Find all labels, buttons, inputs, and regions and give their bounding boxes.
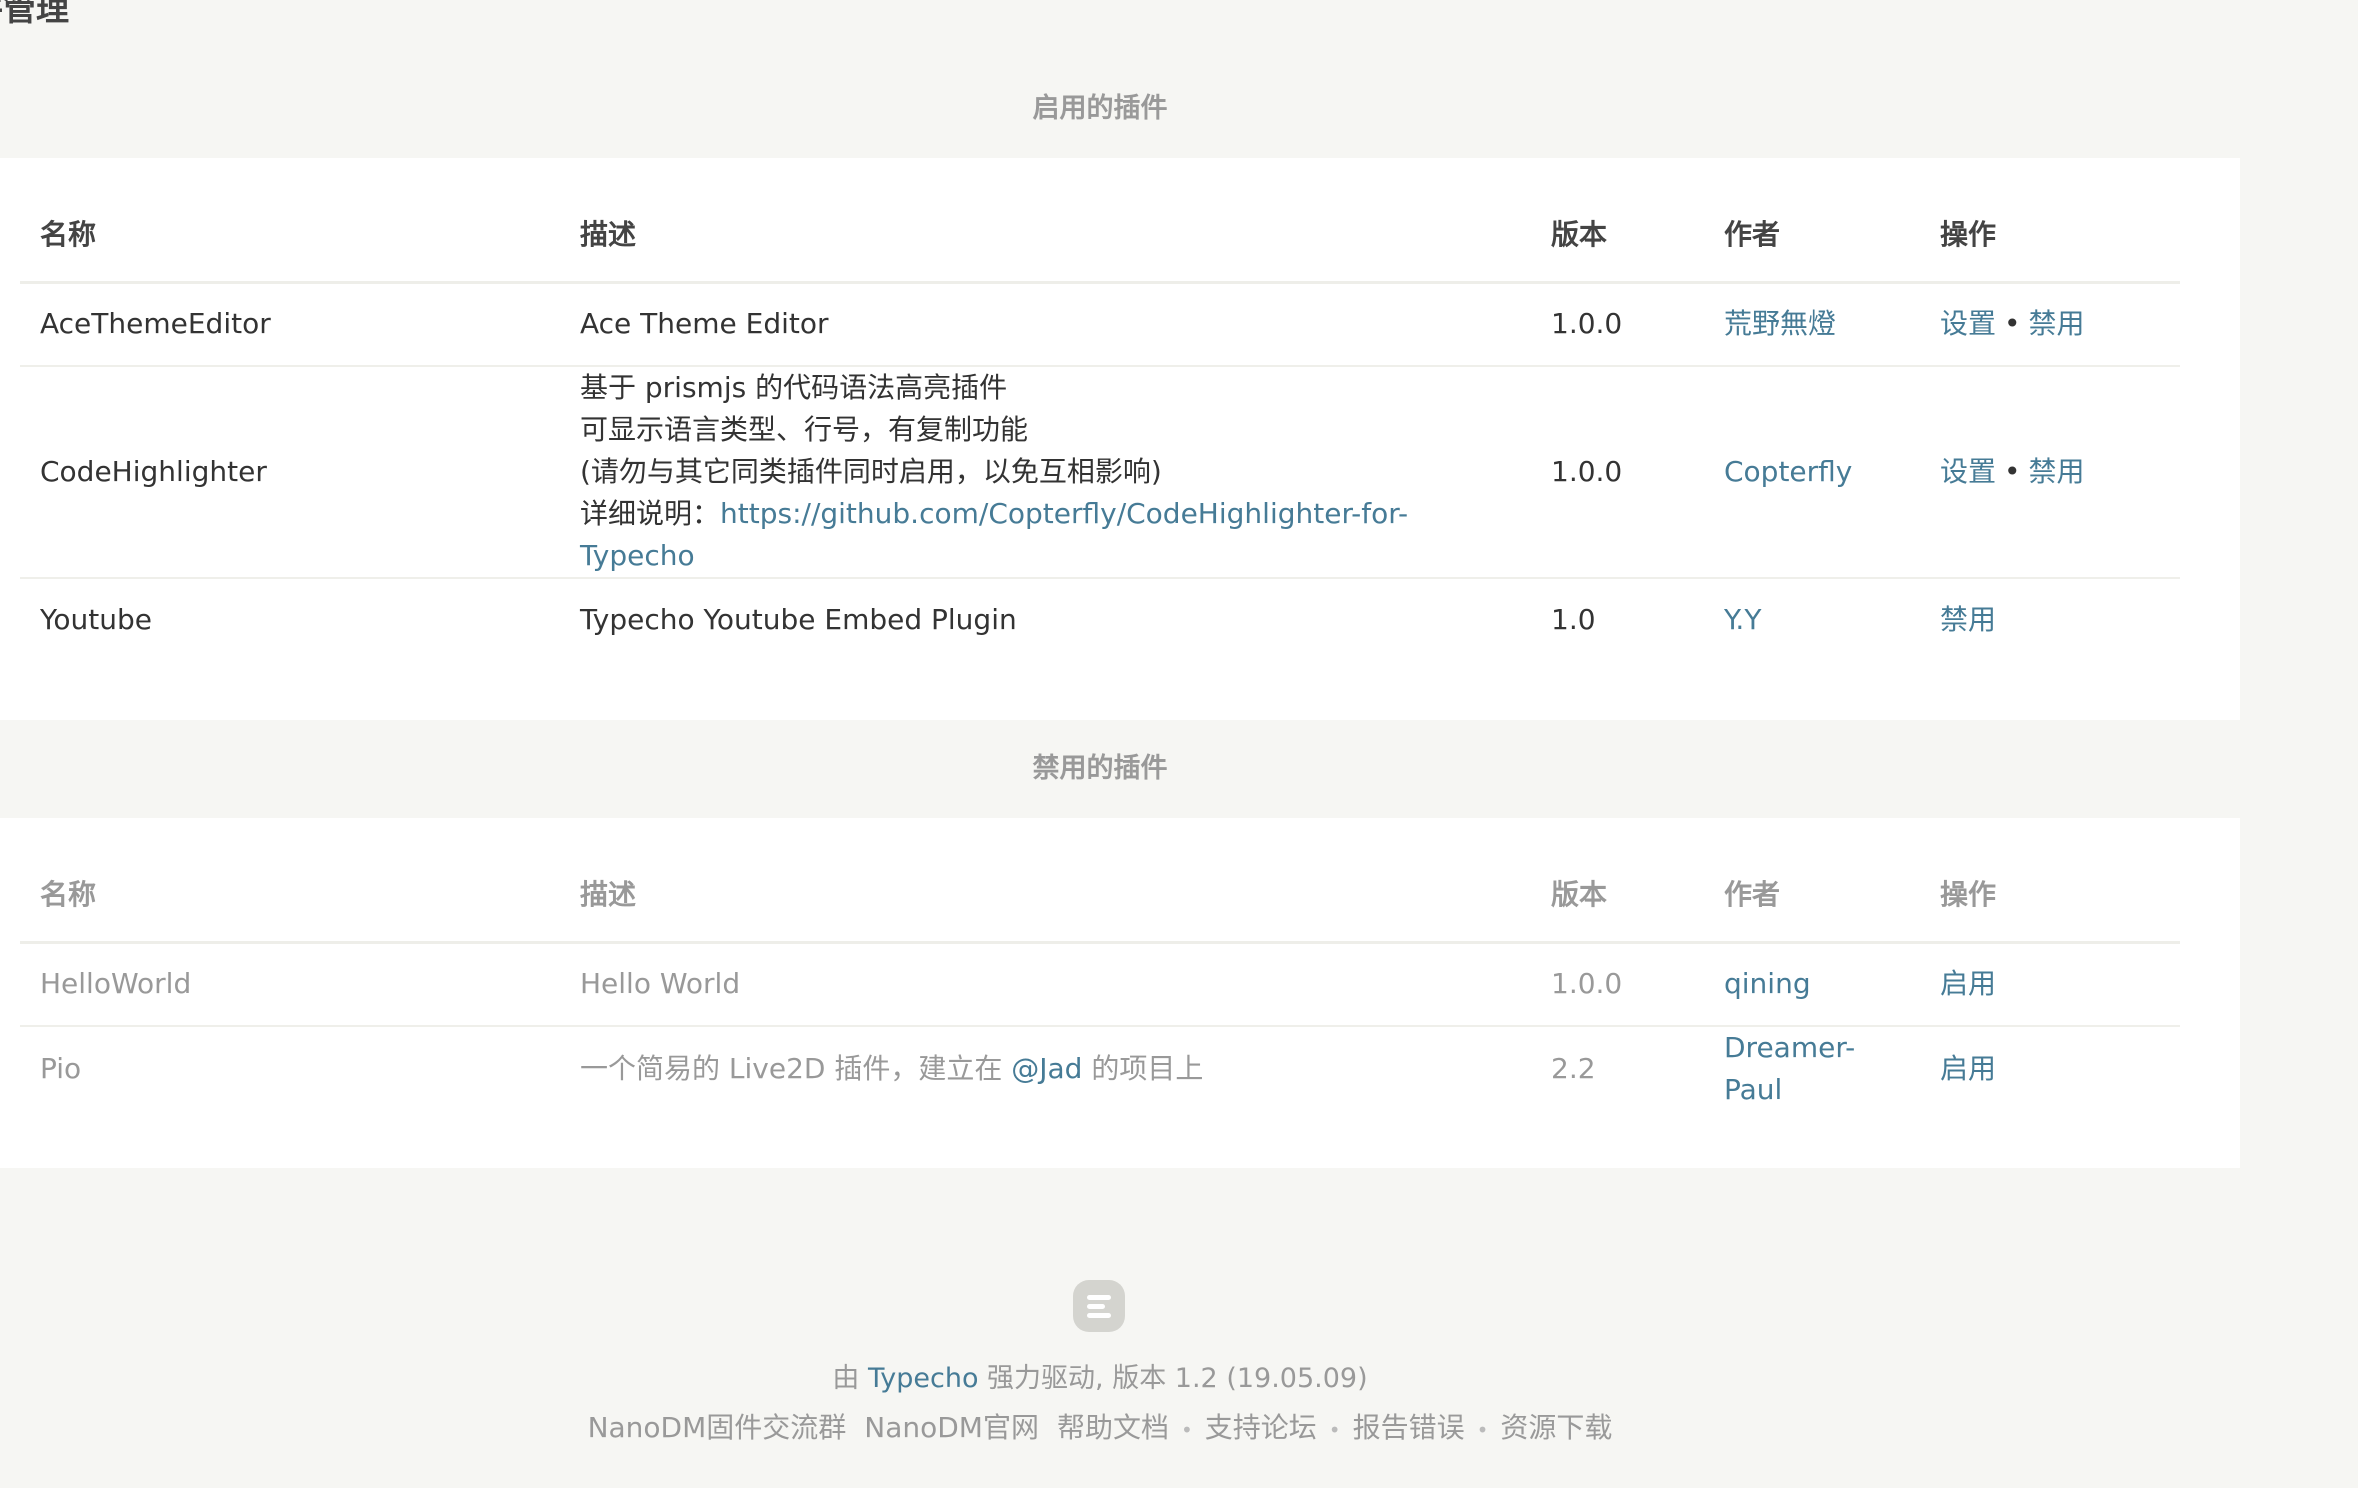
page-title: 件管理 <box>0 0 69 28</box>
desc-text: 一个简易的 Live2D 插件，建立在 <box>580 1052 1012 1085</box>
col-header-version: 版本 <box>1531 818 1704 944</box>
footer-links: NanoDM固件交流群 NanoDM官网 帮助文档 • 支持论坛 • 报告错误 • 资源下载 <box>0 1406 2200 1446</box>
desc-line: (请勿与其它同类插件同时启用，以免互相影响) <box>580 455 1162 488</box>
col-header-name: 名称 <box>20 158 560 284</box>
col-header-desc: 描述 <box>560 818 1531 944</box>
enabled-plugins-panel: 名称 描述 版本 作者 操作 AceThemeEditor Ace Theme … <box>0 158 2240 720</box>
plugin-version: 1.0 <box>1551 602 1596 636</box>
plugin-author-link[interactable]: qining <box>1724 967 1811 1000</box>
disabled-plugins-panel: 名称 描述 版本 作者 操作 HelloWorld Hello World 1.… <box>0 818 2240 1168</box>
enable-link[interactable]: 启用 <box>1940 1052 1996 1085</box>
separator-dot: • <box>1180 1418 1193 1442</box>
plugin-desc: 一个简易的 Live2D 插件，建立在 @Jad 的项目上 <box>560 1026 1531 1111</box>
desc-line: 可显示语言类型、行号，有复制功能 <box>580 413 1029 446</box>
col-header-desc: 描述 <box>560 158 1531 284</box>
col-header-actions: 操作 <box>1920 158 2180 284</box>
disable-link[interactable]: 禁用 <box>2029 455 2085 488</box>
separator-dot: • <box>2004 455 2021 488</box>
table-row: HelloWorld Hello World 1.0.0 qining 启用 <box>20 942 2180 1027</box>
col-header-author: 作者 <box>1704 158 1920 284</box>
enable-link[interactable]: 启用 <box>1940 967 1996 1000</box>
settings-link[interactable]: 设置 <box>1940 307 1996 340</box>
disable-link[interactable]: 禁用 <box>1940 603 1996 636</box>
col-header-author: 作者 <box>1704 818 1920 944</box>
plugin-version: 1.0.0 <box>1531 942 1704 1027</box>
table-row: Youtube Typecho Youtube Embed Plugin 1.0… <box>20 578 2180 660</box>
plugin-author-link[interactable]: 荒野無燈 <box>1724 307 1836 340</box>
separator-dot: • <box>1476 1418 1489 1442</box>
powered-suffix: 强力驱动, 版本 1.2 (19.05.09) <box>978 1363 1368 1394</box>
plugin-author-link[interactable]: Dreamer-Paul <box>1724 1031 1855 1106</box>
plugin-desc: Ace Theme Editor <box>560 282 1531 367</box>
table-row: Pio 一个简易的 Live2D 插件，建立在 @Jad 的项目上 2.2 Dr… <box>20 1026 2180 1111</box>
col-header-version: 版本 <box>1531 158 1704 284</box>
footer-link-report[interactable]: 报告错误 <box>1353 1411 1465 1444</box>
powered-by: 由 Typecho 强力驱动, 版本 1.2 (19.05.09) <box>0 1356 2200 1395</box>
separator-dot: • <box>1328 1418 1341 1442</box>
plugin-name: Youtube <box>40 602 152 636</box>
plugin-name: Pio <box>40 1052 82 1085</box>
disabled-section-title: 禁用的插件 <box>1032 753 1168 784</box>
desc-line-detail: 详细说明：https://github.com/Copterfly/CodeHi… <box>580 493 1511 577</box>
table-row: CodeHighlighter 基于 prismjs 的代码语法高亮插件 可显示… <box>20 366 2180 579</box>
desc-line: 基于 prismjs 的代码语法高亮插件 <box>580 371 1008 404</box>
powered-prefix: 由 <box>832 1363 868 1394</box>
typecho-link[interactable]: Typecho <box>868 1363 979 1394</box>
footer-link-forum[interactable]: 支持论坛 <box>1205 1411 1317 1444</box>
typecho-logo-icon <box>1073 1280 1125 1332</box>
enabled-plugins-table: 名称 描述 版本 作者 操作 AceThemeEditor Ace Theme … <box>20 158 2180 660</box>
plugin-version: 2.2 <box>1551 1052 1596 1085</box>
plugin-name: CodeHighlighter <box>20 366 560 579</box>
jad-link[interactable]: @Jad <box>1011 1052 1082 1085</box>
footer-link-site[interactable]: NanoDM官网 <box>864 1411 1039 1444</box>
footer-link-download[interactable]: 资源下载 <box>1500 1411 1612 1444</box>
footer-link-docs[interactable]: 帮助文档 <box>1057 1411 1169 1444</box>
col-header-actions: 操作 <box>1920 818 2180 944</box>
enabled-section-title: 启用的插件 <box>1032 93 1168 124</box>
plugin-author-link[interactable]: Copterfly <box>1724 455 1852 488</box>
plugin-desc: Typecho Youtube Embed Plugin <box>580 602 1017 636</box>
plugin-version: 1.0.0 <box>1531 282 1704 367</box>
footer-link-group[interactable]: NanoDM固件交流群 <box>588 1411 847 1444</box>
desc-text: 的项目上 <box>1082 1052 1204 1085</box>
plugin-name: AceThemeEditor <box>20 282 560 367</box>
col-header-name: 名称 <box>20 818 560 944</box>
plugin-version: 1.0.0 <box>1531 366 1704 579</box>
separator-dot: • <box>2004 307 2021 341</box>
settings-link[interactable]: 设置 <box>1940 455 1996 488</box>
disabled-plugins-table: 名称 描述 版本 作者 操作 HelloWorld Hello World 1.… <box>20 818 2180 1111</box>
plugin-desc: 基于 prismjs 的代码语法高亮插件 可显示语言类型、行号，有复制功能 (请… <box>560 366 1531 579</box>
plugin-desc: Hello World <box>560 942 1531 1027</box>
disable-link[interactable]: 禁用 <box>2029 307 2085 340</box>
detail-label: 详细说明： <box>580 497 721 530</box>
plugin-name: HelloWorld <box>20 942 560 1027</box>
plugin-author-link[interactable]: Y.Y <box>1724 603 1761 636</box>
table-row: AceThemeEditor Ace Theme Editor 1.0.0 荒野… <box>20 282 2180 367</box>
